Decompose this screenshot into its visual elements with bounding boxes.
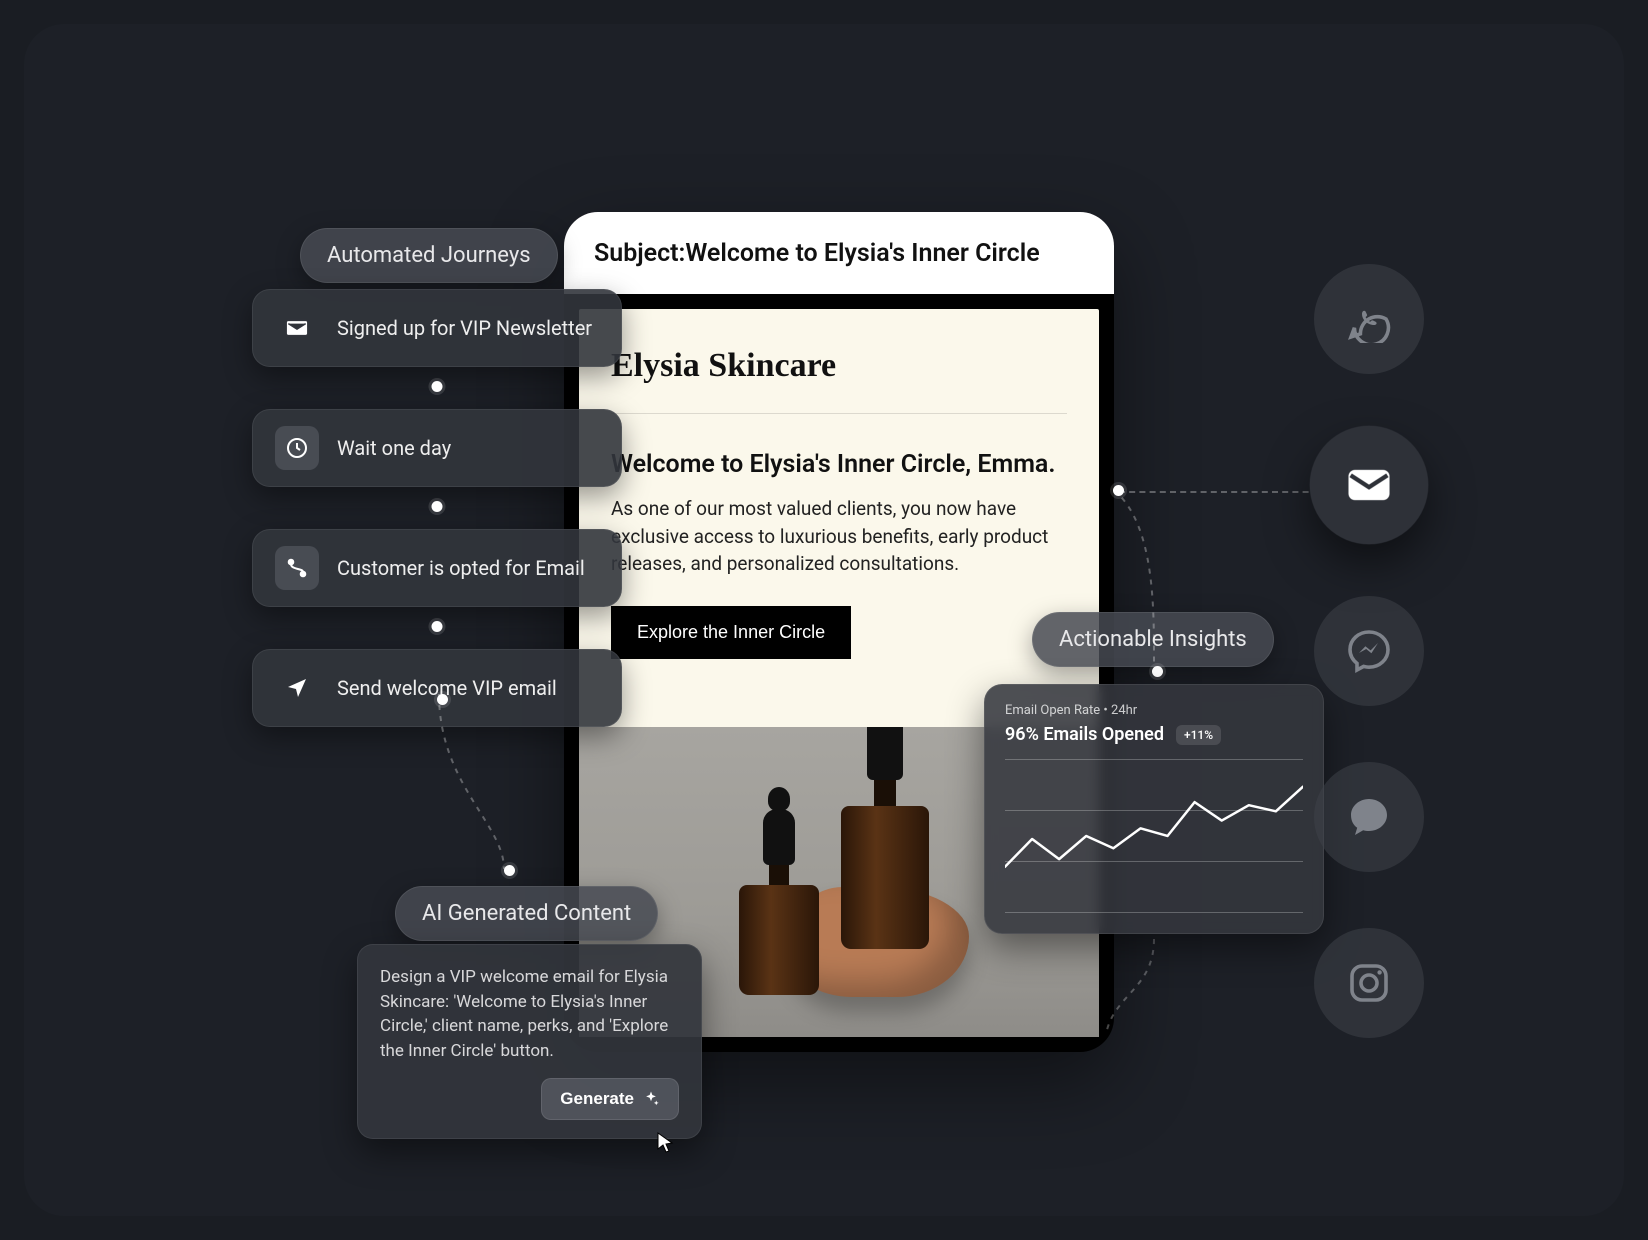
connector-dot xyxy=(1113,485,1124,496)
actionable-insights-pill: Actionable Insights xyxy=(1032,612,1274,667)
ai-generated-content-pill: AI Generated Content xyxy=(395,886,658,941)
insights-card: Email Open Rate • 24hr 96% Emails Opened… xyxy=(984,684,1324,934)
mail-icon xyxy=(275,306,319,350)
open-rate-chart xyxy=(1005,759,1303,914)
explore-cta-button[interactable]: Explore the Inner Circle xyxy=(611,606,851,659)
journey-step-label: Wait one day xyxy=(337,436,451,460)
connector-dot xyxy=(504,865,515,876)
email-subject-bar: Subject: Welcome to Elysia's Inner Circl… xyxy=(564,212,1114,294)
generate-label: Generate xyxy=(560,1089,634,1109)
send-icon xyxy=(275,666,319,710)
insights-delta-badge: +11% xyxy=(1176,725,1221,745)
connector-line xyxy=(1119,491,1329,493)
journey-steps: Signed up for VIP Newsletter Wait one da… xyxy=(252,289,622,727)
journey-step[interactable]: Send welcome VIP email xyxy=(252,649,622,727)
email-subject: Welcome to Elysia's Inner Circle xyxy=(685,239,1039,268)
email-copy: As one of our most valued clients, you n… xyxy=(611,495,1067,578)
canvas: Subject: Welcome to Elysia's Inner Circl… xyxy=(24,24,1624,1216)
clock-icon xyxy=(275,426,319,470)
connector-dot xyxy=(432,501,443,512)
channel-icon-stack xyxy=(1314,264,1424,1038)
whatsapp-icon[interactable] xyxy=(1314,264,1424,374)
generate-button[interactable]: Generate xyxy=(541,1078,679,1120)
cursor-icon xyxy=(654,1131,678,1155)
connector-dot xyxy=(432,621,443,632)
sparkle-icon xyxy=(642,1090,660,1108)
ai-prompt-text: Design a VIP welcome email for Elysia Sk… xyxy=(380,965,679,1064)
journey-step-label: Signed up for VIP Newsletter xyxy=(337,316,592,340)
journey-step[interactable]: Wait one day xyxy=(252,409,622,487)
journey-step-label: Customer is opted for Email xyxy=(337,556,585,580)
automated-journeys-pill: Automated Journeys xyxy=(300,228,558,283)
messenger-icon[interactable] xyxy=(1314,596,1424,706)
connector-line xyxy=(1104,939,1224,1039)
journey-step[interactable]: Customer is opted for Email xyxy=(252,529,622,607)
brand-name: Elysia Skincare xyxy=(611,347,1067,414)
connector-dot xyxy=(437,694,448,705)
instagram-icon[interactable] xyxy=(1314,928,1424,1038)
email-icon[interactable] xyxy=(1310,426,1429,545)
branch-icon xyxy=(275,546,319,590)
subject-prefix: Subject: xyxy=(594,239,685,268)
chat-icon[interactable] xyxy=(1314,762,1424,872)
email-body: Elysia Skincare Welcome to Elysia's Inne… xyxy=(579,309,1099,739)
insights-headline: 96% Emails Opened xyxy=(1005,724,1164,745)
journey-step[interactable]: Signed up for VIP Newsletter xyxy=(252,289,622,367)
insights-subtitle: Email Open Rate • 24hr xyxy=(1005,703,1303,718)
email-greeting: Welcome to Elysia's Inner Circle, Emma. xyxy=(611,450,1067,479)
connector-dot xyxy=(432,381,443,392)
connector-dot xyxy=(1152,666,1163,677)
ai-prompt-card: Design a VIP welcome email for Elysia Sk… xyxy=(357,944,702,1139)
